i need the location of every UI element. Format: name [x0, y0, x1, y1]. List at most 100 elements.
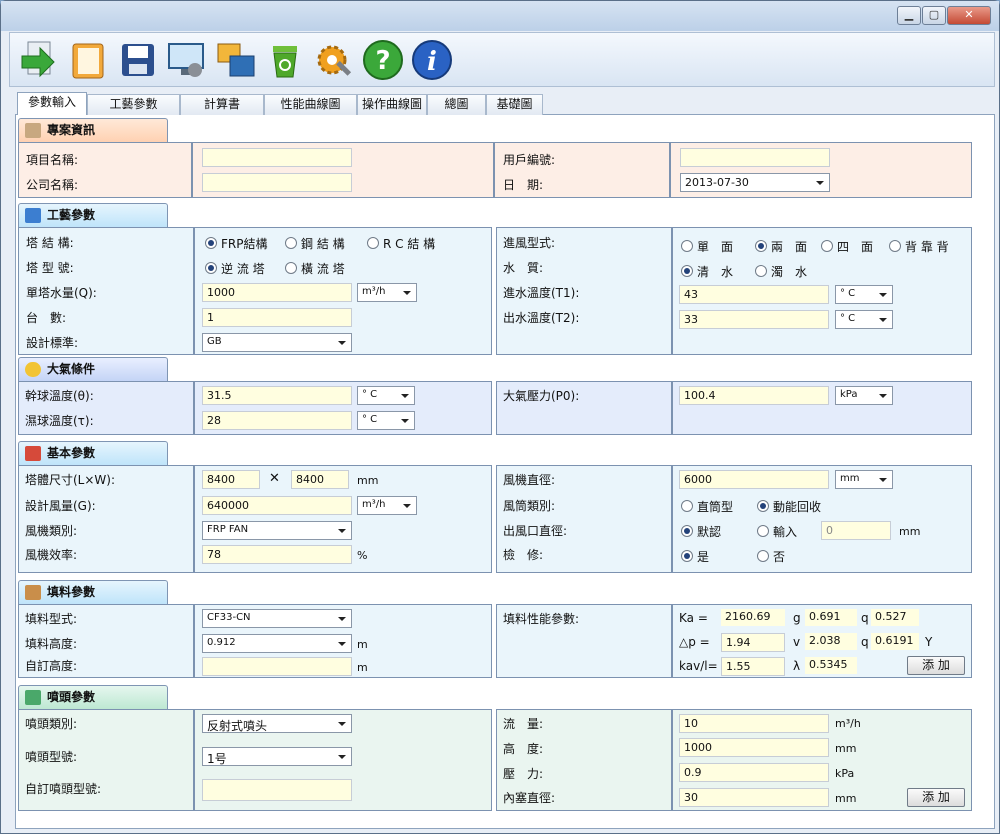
item-name-input[interactable]	[202, 148, 352, 167]
monitor-settings-icon[interactable]	[165, 38, 209, 82]
atmosphere-left-labels: 幹球溫度(θ): 濕球溫度(τ):	[18, 381, 194, 435]
dry-bulb-input[interactable]: 31.5	[202, 386, 352, 405]
recycle-bin-icon[interactable]	[263, 38, 307, 82]
structure-rc-radio[interactable]: R C 結 構	[367, 235, 435, 252]
wet-bulb-input[interactable]: 28	[202, 411, 352, 430]
save-disk-icon[interactable]	[116, 38, 160, 82]
nozzle-add-button[interactable]: 添 加	[907, 788, 965, 807]
duct-recovery-radio[interactable]: 動能回收	[757, 498, 821, 515]
air-volume-input[interactable]: 640000	[202, 496, 352, 515]
design-standard-select[interactable]: GB	[202, 333, 352, 352]
inlet-four-radio[interactable]: 四 面	[821, 238, 873, 255]
count-input[interactable]: 1	[202, 308, 352, 327]
date-picker[interactable]: 2013-07-30	[680, 173, 830, 192]
box-icon	[25, 585, 41, 600]
fan-diameter-input[interactable]: 6000	[679, 470, 829, 489]
dry-bulb-unit-select[interactable]: ° C	[357, 386, 415, 405]
kav-input[interactable]: 1.55	[721, 657, 785, 676]
arrow-right-icon[interactable]	[18, 38, 62, 82]
basic-section-header: 基本參數	[18, 441, 168, 465]
inlet-single-radio[interactable]: 單 面	[681, 238, 733, 255]
inlet-temp-input[interactable]: 43	[679, 285, 829, 304]
help-icon[interactable]: ?	[361, 38, 405, 82]
fan-diameter-unit-select[interactable]: mm	[835, 470, 893, 489]
atmosphere-right-inputs: 100.4 kPa	[672, 381, 972, 435]
tab-performance-curve[interactable]: 性能曲線圖	[264, 94, 357, 115]
tab-foundation-drawing[interactable]: 基礎圖	[486, 94, 543, 115]
project-right-inputs: 2013-07-30	[670, 142, 972, 198]
param-input-page: 專案資訊 項目名稱: 公司名稱: 用戶編號: 日 期: 2013-07-30 工…	[15, 115, 995, 829]
outlet-temp-input[interactable]: 33	[679, 310, 829, 329]
duct-straight-radio[interactable]: 直筒型	[681, 498, 733, 515]
inlet-back-to-back-radio[interactable]: 背 靠 背	[889, 238, 949, 255]
outlet-input-radio[interactable]: 輸入	[757, 523, 797, 540]
custom-nozzle-input[interactable]	[202, 779, 352, 801]
atm-pressure-input[interactable]: 100.4	[679, 386, 829, 405]
tab-process[interactable]: 工藝參數	[87, 94, 180, 115]
project-left-inputs	[192, 142, 494, 198]
model-crossflow-radio[interactable]: 橫 流 塔	[285, 260, 345, 277]
structure-steel-radio[interactable]: 鋼 結 構	[285, 235, 345, 252]
fan-type-label: 風機類別:	[25, 524, 78, 538]
tab-operation-curve[interactable]: 操作曲線圖	[357, 94, 427, 115]
tab-calc-book[interactable]: 計算書	[180, 94, 264, 115]
tab-param-input[interactable]: 參數輸入	[17, 92, 87, 116]
outlet-diameter-input[interactable]: 0	[821, 521, 891, 540]
model-counterflow-radio[interactable]: 逆 流 塔	[205, 260, 265, 277]
nozzle-pressure-input[interactable]: 0.9	[679, 763, 829, 782]
atm-pressure-label: 大氣壓力(P0):	[503, 389, 580, 403]
nozzle-flow-input[interactable]: 10	[679, 714, 829, 733]
plug-diameter-input[interactable]: 30	[679, 788, 829, 807]
tower-width-input[interactable]: 8400	[291, 470, 349, 489]
window-copy-icon[interactable]	[214, 38, 258, 82]
water-turbid-radio[interactable]: 濁 水	[755, 263, 807, 280]
process-section: 工藝參數 塔 結 構: 塔 型 號: 單塔水量(Q): 台 數: 設計標準: F…	[16, 203, 976, 355]
air-volume-unit-select[interactable]: m³/h	[357, 496, 417, 515]
close-button[interactable]: ✕	[947, 6, 991, 25]
wet-bulb-unit-select[interactable]: ° C	[357, 411, 415, 430]
maintenance-yes-radio[interactable]: 是	[681, 548, 709, 565]
fill-height-label: 填料高度:	[25, 637, 78, 651]
book-icon[interactable]	[67, 38, 111, 82]
atmosphere-section-title: 大氣條件	[47, 362, 96, 376]
minimize-button[interactable]: ▁	[897, 6, 921, 25]
fill-type-select[interactable]: CF33-CN	[202, 609, 352, 628]
fan-efficiency-input[interactable]: 78	[202, 545, 352, 564]
inlet-temp-unit-select[interactable]: ° C	[835, 285, 893, 304]
nozzle-height-input[interactable]: 1000	[679, 738, 829, 757]
nozzle-model-select[interactable]: 1号	[202, 747, 352, 766]
fill-height-select[interactable]: 0.912	[202, 634, 352, 653]
custom-height-input[interactable]	[202, 657, 352, 676]
fill-left-inputs: CF33-CN 0.912 m m	[194, 604, 492, 678]
structure-frp-radio[interactable]: FRP結構	[205, 235, 267, 252]
nozzle-type-select[interactable]: 反射式噴头	[202, 714, 352, 733]
gear-wrench-icon[interactable]	[312, 38, 356, 82]
process-section-header: 工藝參數	[18, 203, 168, 227]
q-label: q	[861, 611, 869, 625]
ka-value: 2160.69	[721, 609, 785, 626]
outlet-temp-unit-select[interactable]: ° C	[835, 310, 893, 329]
outlet-default-radio[interactable]: 默認	[681, 523, 721, 540]
tower-length-input[interactable]: 8400	[202, 470, 260, 489]
water-flow-unit-select[interactable]: m³/h	[357, 283, 417, 302]
fill-add-button[interactable]: 添 加	[907, 656, 965, 675]
basic-section: 基本參數 塔體尺寸(L×W): 設計風量(G): 風機類別: 風機效率: 840…	[16, 441, 976, 577]
fan-type-select[interactable]: FRP FAN	[202, 521, 352, 540]
inlet-double-radio[interactable]: 兩 面	[755, 238, 807, 255]
dp-input[interactable]: 1.94	[721, 633, 785, 652]
g-label: g	[793, 611, 801, 625]
company-name-input[interactable]	[202, 173, 352, 192]
maximize-button[interactable]: ▢	[922, 6, 946, 25]
tab-general-drawing[interactable]: 總圖	[427, 94, 486, 115]
project-left-labels: 項目名稱: 公司名稱:	[18, 142, 192, 198]
water-clear-radio[interactable]: 清 水	[681, 263, 733, 280]
maintenance-no-radio[interactable]: 否	[757, 548, 785, 565]
nozzle-flow-unit: m³/h	[835, 717, 861, 730]
tower-icon	[25, 208, 41, 223]
fill-performance-label: 填料性能參數:	[503, 612, 580, 626]
user-id-input[interactable]	[680, 148, 830, 167]
atm-pressure-unit-select[interactable]: kPa	[835, 386, 893, 405]
nozzle-model-label: 噴頭型號:	[25, 750, 78, 764]
info-icon[interactable]: i	[410, 38, 454, 82]
water-flow-input[interactable]: 1000	[202, 283, 352, 302]
